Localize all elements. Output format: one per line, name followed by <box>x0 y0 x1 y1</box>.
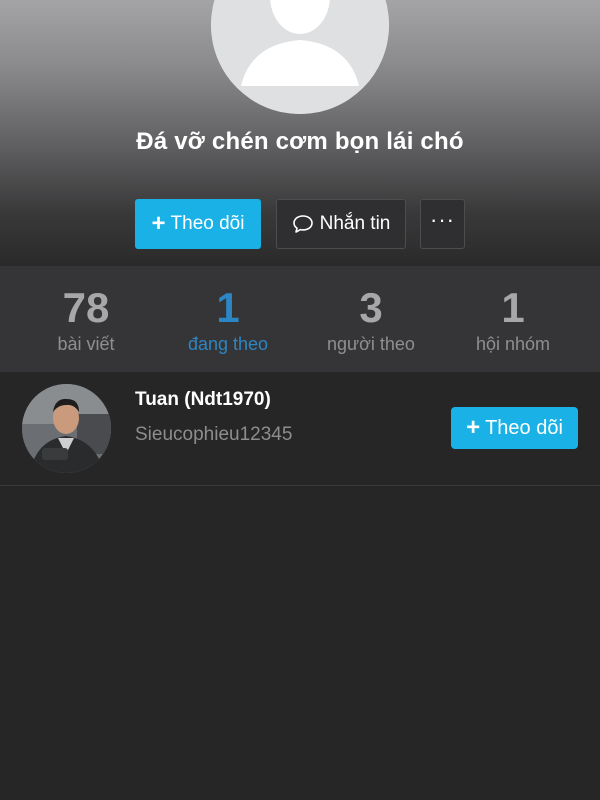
chat-bubble-icon <box>292 215 313 233</box>
stat-posts[interactable]: 78 bài viết <box>11 266 161 372</box>
avatar[interactable] <box>22 384 111 473</box>
user-photo-icon <box>22 384 111 473</box>
profile-avatar[interactable] <box>211 0 389 114</box>
stat-value: 1 <box>501 284 525 331</box>
stat-groups[interactable]: 1 hội nhóm <box>438 266 588 372</box>
stat-followers[interactable]: 3 người theo <box>296 266 446 372</box>
default-avatar-icon <box>211 0 389 114</box>
more-options-button[interactable]: ··· <box>420 199 465 249</box>
stat-label: đang theo <box>187 334 269 354</box>
follow-user-button[interactable]: + Theo dõi <box>451 407 578 449</box>
follow-button-label: Theo dõi <box>170 213 245 234</box>
more-icon: ··· <box>430 207 455 232</box>
follow-user-button-label: Theo dõi <box>485 416 563 439</box>
stat-value: 78 <box>62 284 110 331</box>
user-name[interactable]: Tuan (Ndt1970) <box>135 389 271 411</box>
message-button-label: Nhắn tin <box>319 213 391 234</box>
stat-label: người theo <box>327 334 415 354</box>
stat-value: 3 <box>359 284 383 331</box>
profile-actions: + Theo dõi Nhắn tin ··· <box>0 199 600 249</box>
profile-stats: 78 bài viết 1 đang theo 3 người theo 1 h… <box>0 266 600 372</box>
stat-value: 1 <box>216 284 240 331</box>
message-button[interactable]: Nhắn tin <box>276 199 406 249</box>
stat-label: bài viết <box>57 334 115 354</box>
follow-button[interactable]: + Theo dõi <box>135 199 261 249</box>
plus-icon: + <box>466 414 481 441</box>
list-item[interactable]: Tuan (Ndt1970) Sieucophieu12345 + Theo d… <box>0 372 600 486</box>
profile-header: Đá vỡ chén cơm bọn lái chó + Theo dõi Nh… <box>0 0 600 266</box>
plus-icon: + <box>151 210 166 237</box>
stat-following[interactable]: 1 đang theo <box>153 266 303 372</box>
stat-label: hội nhóm <box>475 334 551 354</box>
profile-name: Đá vỡ chén cơm bọn lái chó <box>136 128 464 155</box>
user-handle: Sieucophieu12345 <box>135 424 293 445</box>
